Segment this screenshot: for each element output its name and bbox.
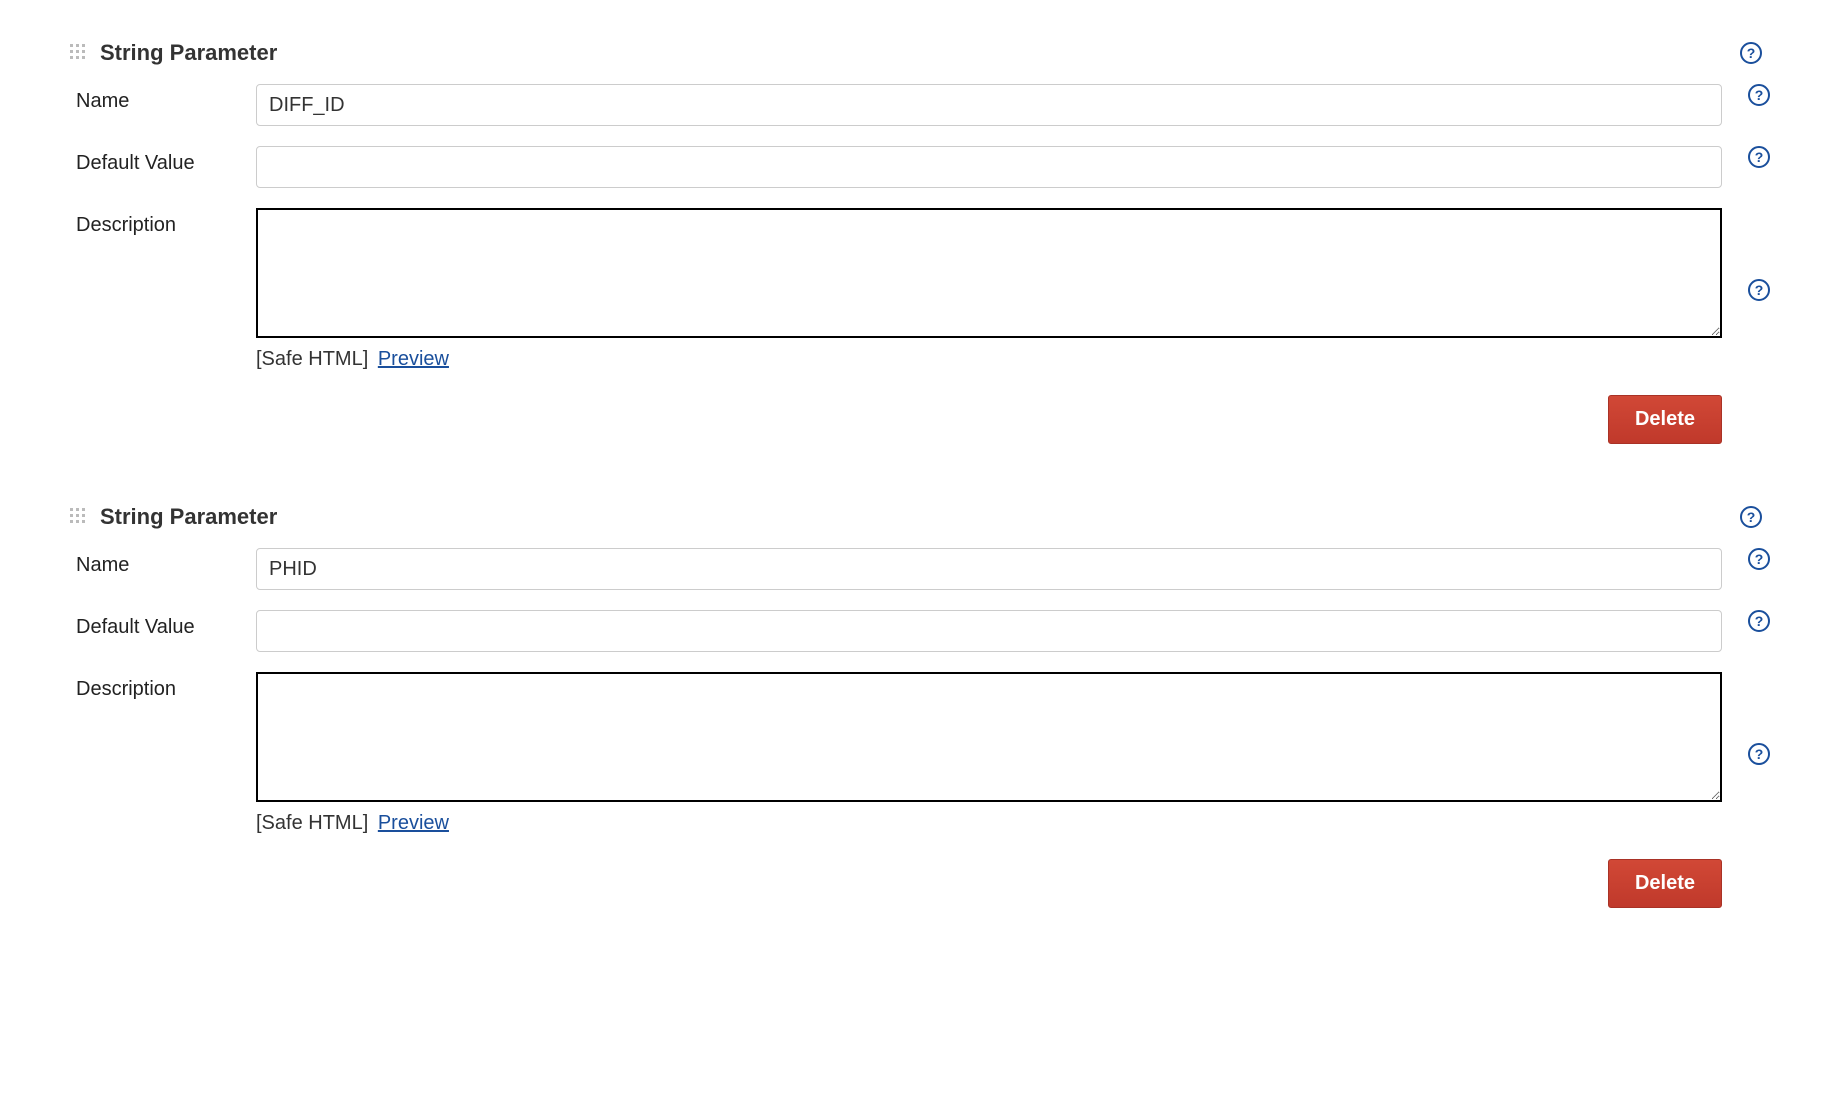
- description-label: Description: [70, 672, 256, 701]
- name-label: Name: [70, 548, 256, 577]
- string-parameter-block: String Parameter ? Name ? Default Value: [70, 504, 1770, 908]
- drag-handle-icon[interactable]: [70, 44, 88, 62]
- description-textarea[interactable]: [256, 208, 1722, 338]
- svg-text:?: ?: [1755, 613, 1764, 629]
- preview-link[interactable]: Preview: [378, 348, 449, 370]
- default-value-label: Default Value: [70, 610, 256, 639]
- name-input[interactable]: [256, 548, 1722, 590]
- description-label: Description: [70, 208, 256, 237]
- help-icon[interactable]: ?: [1748, 279, 1770, 301]
- parameter-type-label: String Parameter: [100, 504, 1740, 530]
- description-textarea[interactable]: [256, 672, 1722, 802]
- svg-text:?: ?: [1755, 282, 1764, 298]
- parameter-type-label: String Parameter: [100, 40, 1740, 66]
- safe-html-hint: [Safe HTML]: [256, 812, 368, 834]
- default-value-input[interactable]: [256, 610, 1722, 652]
- help-icon[interactable]: ?: [1748, 610, 1770, 632]
- help-icon[interactable]: ?: [1740, 506, 1762, 528]
- svg-text:?: ?: [1747, 45, 1756, 61]
- svg-text:?: ?: [1755, 551, 1764, 567]
- default-value-label: Default Value: [70, 146, 256, 175]
- delete-button[interactable]: Delete: [1608, 395, 1722, 444]
- default-value-input[interactable]: [256, 146, 1722, 188]
- help-icon[interactable]: ?: [1740, 42, 1762, 64]
- safe-html-hint: [Safe HTML]: [256, 348, 368, 370]
- help-icon[interactable]: ?: [1748, 146, 1770, 168]
- string-parameter-block: String Parameter ? Name ? Default Value: [70, 40, 1770, 444]
- delete-button[interactable]: Delete: [1608, 859, 1722, 908]
- svg-text:?: ?: [1755, 87, 1764, 103]
- preview-link[interactable]: Preview: [378, 812, 449, 834]
- help-icon[interactable]: ?: [1748, 743, 1770, 765]
- svg-text:?: ?: [1755, 149, 1764, 165]
- svg-text:?: ?: [1755, 746, 1764, 762]
- name-input[interactable]: [256, 84, 1722, 126]
- help-icon[interactable]: ?: [1748, 548, 1770, 570]
- svg-text:?: ?: [1747, 509, 1756, 525]
- drag-handle-icon[interactable]: [70, 508, 88, 526]
- help-icon[interactable]: ?: [1748, 84, 1770, 106]
- name-label: Name: [70, 84, 256, 113]
